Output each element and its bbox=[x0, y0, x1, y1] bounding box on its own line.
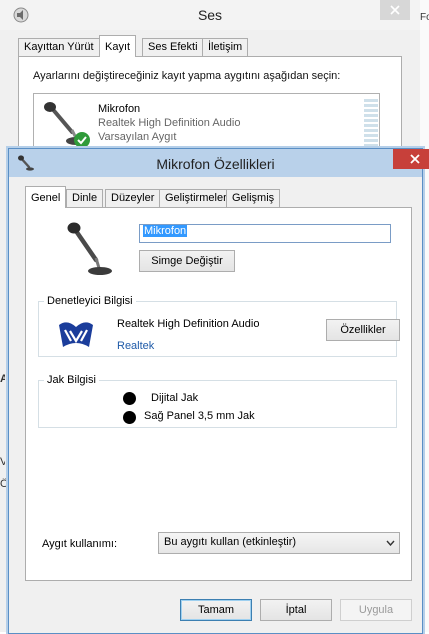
realtek-logo-icon bbox=[57, 321, 95, 354]
general-panel: Mikrofon Simge Değiştir Denetleyici Bilg… bbox=[25, 207, 412, 581]
tab-playback[interactable]: Kayıttan Yürüt bbox=[18, 38, 100, 56]
ok-button[interactable]: Tamam bbox=[180, 599, 252, 621]
device-usage-label: Aygıt kullanımı: bbox=[42, 538, 117, 550]
jack-info-group: Jak Bilgisi Dijital Jak Sağ Panel 3,5 mm… bbox=[38, 374, 397, 428]
jack-item: Sağ Panel 3,5 mm Jak bbox=[144, 410, 255, 422]
recording-panel: Ayarlarını değiştireceğiniz kayıt yapma … bbox=[18, 56, 402, 158]
close-icon bbox=[390, 5, 400, 15]
microphone-icon bbox=[38, 98, 92, 153]
device-name-input-value: Mikrofon bbox=[143, 225, 188, 237]
change-icon-button[interactable]: Simge Değiştir bbox=[139, 250, 235, 272]
tab-sound-effects[interactable]: Ses Efekti bbox=[142, 38, 204, 56]
level-meter bbox=[364, 99, 378, 147]
controller-name: Realtek High Definition Audio bbox=[117, 318, 260, 330]
jack-color-icon bbox=[123, 392, 136, 405]
clipped-letter: A bbox=[0, 373, 5, 385]
tab-recording[interactable]: Kayıt bbox=[99, 35, 137, 57]
clipped-text: Fo bbox=[420, 12, 429, 23]
close-icon bbox=[410, 154, 420, 164]
dialog-close-button[interactable] bbox=[393, 149, 429, 169]
jack-color-icon bbox=[123, 411, 136, 424]
device-status: Varsayılan Aygıt bbox=[98, 131, 177, 143]
dialog-title: Mikrofon Özellikleri bbox=[156, 156, 275, 172]
device-list-item-microphone[interactable]: Mikrofon Realtek High Definition Audio V… bbox=[33, 93, 380, 155]
jack-info-legend: Jak Bilgisi bbox=[47, 374, 96, 386]
apply-button[interactable]: Uygula bbox=[340, 599, 412, 621]
tab-general[interactable]: Genel bbox=[25, 186, 67, 208]
device-name: Mikrofon bbox=[98, 103, 141, 115]
chevron-down-icon bbox=[386, 540, 395, 546]
sound-window-title: Ses bbox=[197, 7, 223, 23]
device-driver: Realtek High Definition Audio bbox=[98, 117, 241, 129]
microphone-icon bbox=[66, 220, 116, 279]
clipped-letter: Ö bbox=[0, 478, 6, 490]
vendor-link[interactable]: Realtek bbox=[117, 340, 154, 352]
microphone-properties-dialog: Mikrofon Özellikleri Genel Dinle Düzeyle… bbox=[8, 148, 429, 634]
tab-advanced[interactable]: Gelişmiş bbox=[226, 189, 281, 207]
clipped-letter: V bbox=[0, 456, 5, 468]
jack-item: Dijital Jak bbox=[151, 392, 199, 404]
properties-button[interactable]: Özellikler bbox=[326, 319, 400, 341]
device-name-input[interactable]: Mikrofon bbox=[139, 224, 391, 243]
dialog-titlebar[interactable]: Mikrofon Özellikleri bbox=[9, 149, 429, 177]
tab-listen[interactable]: Dinle bbox=[66, 189, 104, 207]
recording-instruction: Ayarlarını değiştireceğiniz kayıt yapma … bbox=[33, 70, 341, 82]
sound-window-close-button[interactable] bbox=[380, 0, 410, 20]
tab-enhancements[interactable]: Geliştirmeler bbox=[159, 189, 233, 207]
controller-info-group: Denetleyici Bilgisi Realtek High Definit… bbox=[38, 295, 400, 357]
sound-window-titlebar[interactable]: Ses bbox=[0, 0, 420, 30]
controller-info-legend: Denetleyici Bilgisi bbox=[47, 295, 133, 307]
tab-levels[interactable]: Düzeyler bbox=[105, 189, 161, 207]
device-usage-value: Bu aygıtı kullan (etkinleştir) bbox=[164, 536, 297, 548]
tab-communications[interactable]: İletişim bbox=[202, 38, 249, 56]
cancel-button[interactable]: İptal bbox=[260, 599, 332, 621]
device-usage-select[interactable]: Bu aygıtı kullan (etkinleştir) bbox=[158, 532, 400, 554]
